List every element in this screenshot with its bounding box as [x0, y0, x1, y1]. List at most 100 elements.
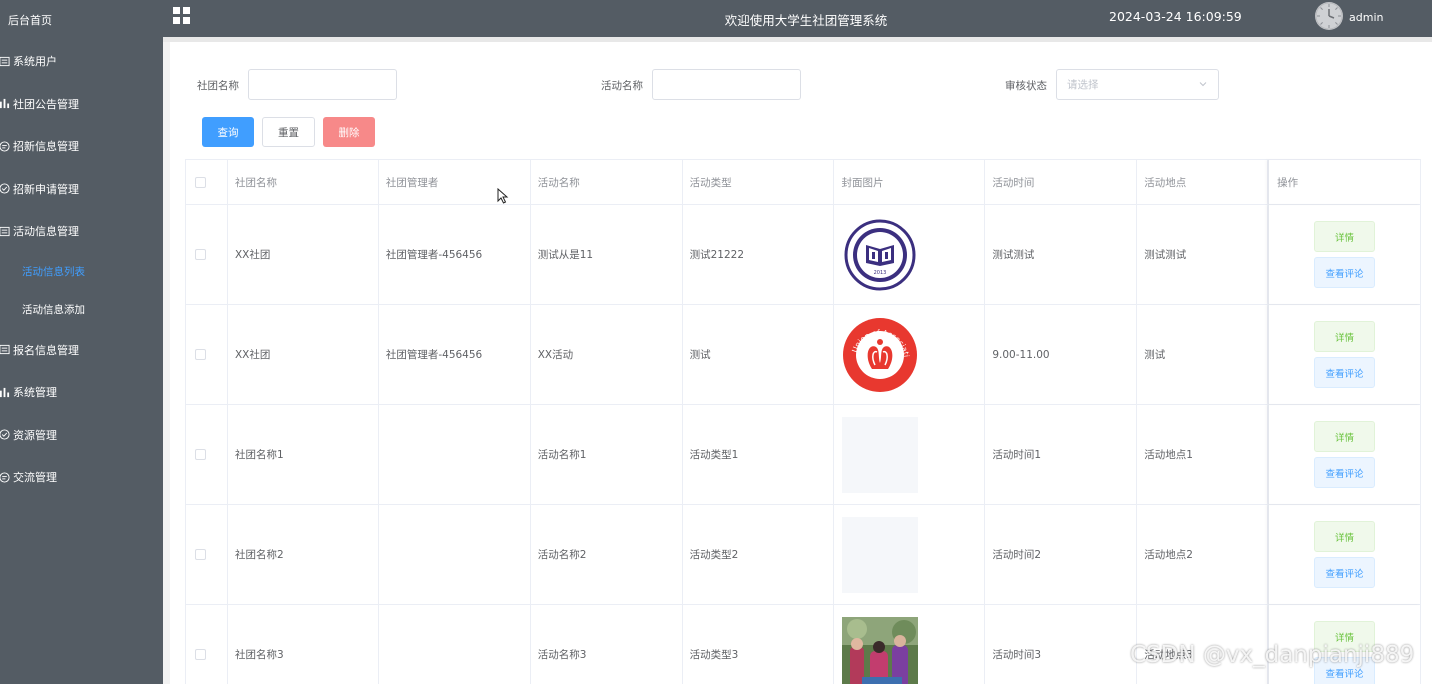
table-cell: 测试 — [1137, 305, 1269, 404]
sidebar-item-label: 后台首页 — [8, 14, 52, 27]
club-name-input[interactable] — [248, 69, 397, 100]
table-cell — [186, 305, 228, 404]
header-cell: 活动时间 — [985, 160, 1138, 204]
activity-name-input[interactable] — [652, 69, 801, 100]
sidebar-item[interactable]: 交流管理 — [0, 456, 163, 499]
select-all-checkbox[interactable] — [195, 176, 206, 188]
table-cell: 社团管理者-456456 — [379, 305, 531, 404]
table-cell: 活动地点1 — [1137, 405, 1269, 504]
sidebar-item[interactable]: 招新申请管理 — [0, 168, 163, 211]
table-cell: 社团名称2 — [228, 505, 379, 604]
view-comments-button[interactable]: 查看评论 — [1314, 257, 1376, 288]
chat-icon — [0, 471, 10, 483]
table-cell: XX社团 — [228, 205, 379, 304]
sidebar-subitem[interactable]: 活动信息列表 — [0, 253, 163, 291]
sidebar-item-label: 交流管理 — [13, 471, 57, 485]
sidebar-item-label: 社团公告管理 — [13, 97, 79, 111]
table-cell: 活动类型3 — [683, 605, 835, 684]
sidebar: 后台首页 系统用户社团公告管理招新信息管理招新申请管理 活动信息管理活动信息列表活… — [0, 0, 163, 684]
table-cell: 测试从是11 — [531, 205, 683, 304]
check-circle-icon — [0, 429, 10, 441]
sidebar-item[interactable]: 活动信息管理 — [0, 210, 163, 253]
sidebar-item[interactable]: 系统管理 — [0, 371, 163, 414]
sidebar-item-home[interactable]: 后台首页 — [0, 0, 163, 40]
sidebar-item[interactable]: 资源管理 — [0, 414, 163, 457]
row-checkbox[interactable] — [195, 249, 206, 260]
sidebar-item[interactable]: 招新信息管理 — [0, 125, 163, 168]
table-row: XX社团 社团管理者-456456 XX活动 测试 Union of Associati… — [186, 305, 1421, 405]
header-cell: 封面图片 — [834, 160, 986, 204]
activity-name-label: 活动名称 — [601, 80, 643, 92]
avatar[interactable] — [1315, 2, 1343, 30]
chat-icon — [0, 140, 10, 152]
sidebar-item-label: 招新申请管理 — [13, 182, 79, 196]
main-content: 社团名称 活动名称 审核状态 请选择 查询 重置 删除 社团名称 社团管理者 活动名… — [170, 42, 1432, 684]
delete-button[interactable]: 删除 — [323, 117, 375, 147]
table-cell: 社团管理者-456456 — [379, 205, 531, 304]
top-bar: 欢迎使用大学生社团管理系统 2024-03-24 16:09:59 admin — [163, 0, 1432, 37]
table-cell: Union of Association — [834, 305, 986, 404]
detail-button[interactable]: 详情 — [1314, 221, 1376, 252]
header-cell: 社团名称 — [228, 160, 379, 204]
row-checkbox[interactable] — [195, 549, 206, 560]
table-cell: 测试测试 — [985, 205, 1138, 304]
sidebar-item[interactable]: 社团公告管理 — [0, 83, 163, 126]
table-cell — [186, 205, 228, 304]
table-cell — [834, 605, 986, 684]
chevron-down-icon — [1199, 82, 1207, 87]
actions-cell: 详情 查看评论 — [1268, 305, 1421, 404]
table-cell — [834, 405, 986, 504]
cover-image[interactable] — [842, 616, 919, 684]
view-comments-button[interactable]: 查看评论 — [1314, 557, 1376, 588]
table-header-row: 社团名称 社团管理者 活动名称 活动类型 封面图片 活动时间 活动地点 操作 — [186, 160, 1421, 205]
list-icon — [0, 344, 10, 356]
table-cell — [186, 605, 228, 684]
row-checkbox[interactable] — [195, 449, 206, 460]
sidebar-subitem[interactable]: 活动信息添加 — [0, 291, 163, 329]
list-icon — [0, 55, 10, 67]
view-comments-button[interactable]: 查看评论 — [1314, 457, 1376, 488]
cover-image[interactable]: 2013 — [842, 217, 918, 293]
header-cell — [186, 160, 228, 204]
table-cell: 活动时间1 — [985, 405, 1138, 504]
table-cell: 9.00-11.00 — [985, 305, 1138, 404]
view-comments-button[interactable]: 查看评论 — [1314, 357, 1376, 388]
query-button[interactable]: 查询 — [202, 117, 254, 147]
sidebar-item-label: 系统用户 — [13, 55, 57, 69]
detail-button[interactable]: 详情 — [1314, 321, 1376, 352]
row-checkbox[interactable] — [195, 349, 206, 360]
detail-button[interactable]: 详情 — [1314, 621, 1376, 652]
table-cell: XX活动 — [531, 305, 683, 404]
table-cell: 活动名称3 — [531, 605, 683, 684]
sidebar-item-label: 系统管理 — [13, 386, 57, 400]
cover-image[interactable] — [842, 516, 919, 593]
sidebar-item-label: 活动信息管理 — [13, 225, 79, 239]
table-cell: 活动名称2 — [531, 505, 683, 604]
cover-image[interactable]: Union of Association — [842, 317, 918, 393]
activity-photo — [842, 616, 919, 684]
table-cell: 活动时间3 — [985, 605, 1138, 684]
cover-image[interactable] — [842, 416, 919, 493]
sidebar-item[interactable]: 系统用户 — [0, 40, 163, 83]
table-cell: 活动名称1 — [531, 405, 683, 504]
detail-button[interactable]: 详情 — [1314, 521, 1376, 552]
view-comments-button[interactable]: 查看评论 — [1314, 657, 1376, 684]
list-icon — [0, 225, 10, 237]
table-cell: 测试21222 — [683, 205, 835, 304]
reset-button[interactable]: 重置 — [262, 117, 315, 147]
review-status-select[interactable]: 请选择 — [1056, 69, 1219, 100]
table-row: XX社团 社团管理者-456456 测试从是11 测试21222 2013 测试测试 测试测… — [186, 205, 1421, 305]
table-cell: 活动类型1 — [683, 405, 835, 504]
clock-icon — [1315, 2, 1343, 30]
table-cell: 测试测试 — [1137, 205, 1269, 304]
detail-button[interactable]: 详情 — [1314, 421, 1376, 452]
table-cell — [379, 505, 531, 604]
header-cell: 活动名称 — [531, 160, 683, 204]
actions-cell: 详情 查看评论 — [1268, 405, 1421, 504]
club-emblem-image: 2013 — [844, 219, 916, 290]
table-cell — [379, 605, 531, 684]
sidebar-item[interactable]: 报名信息管理 — [0, 329, 163, 372]
sidebar-menu: 系统用户社团公告管理招新信息管理招新申请管理 活动信息管理活动信息列表 活动信息添加… — [0, 40, 163, 499]
username[interactable]: admin — [1349, 11, 1383, 24]
row-checkbox[interactable] — [195, 649, 206, 660]
